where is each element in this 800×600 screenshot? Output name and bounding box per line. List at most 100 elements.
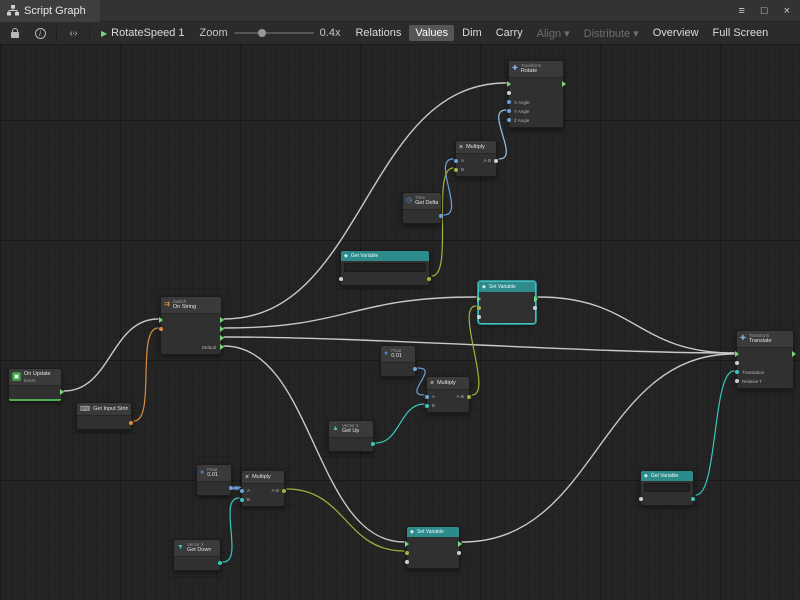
right-exec-port[interactable] (220, 344, 224, 350)
left-value-port[interactable] (735, 370, 739, 374)
node-set-variable-1[interactable]: ◆Set Variable (478, 281, 536, 324)
toolbar-button-align[interactable]: Align ▾ (531, 25, 576, 42)
node-float-1[interactable]: ●Float0.01 (380, 345, 416, 377)
window-close-icon[interactable]: × (784, 5, 790, 17)
graph-name[interactable]: ▶ RotateSpeed 1 (95, 27, 191, 39)
window-maximize-icon[interactable]: □ (761, 5, 768, 17)
left-value-port[interactable] (240, 498, 244, 502)
node-get-up[interactable]: ▲Vector 3Get Up (328, 420, 374, 452)
node-translate[interactable]: ✚TransformTranslateTranslationRelative T (736, 330, 794, 389)
right-exec-port[interactable] (458, 541, 462, 547)
left-value-port[interactable] (477, 315, 481, 319)
left-value-port[interactable] (507, 109, 511, 113)
node-row (407, 557, 459, 566)
zoom-slider-thumb[interactable] (258, 29, 266, 37)
left-value-port[interactable] (639, 497, 643, 501)
code-icon[interactable]: ‹·› (62, 24, 84, 42)
right-exec-port[interactable] (220, 317, 224, 323)
node-get-variable-2[interactable]: ◆Get Variable (640, 470, 694, 506)
script-graph-icon (7, 5, 19, 16)
left-value-port[interactable] (507, 91, 511, 95)
right-value-port[interactable] (129, 421, 133, 425)
graph-canvas[interactable]: ✚TransformRotateX AngleY AngleZ Angle×Mu… (0, 0, 800, 600)
left-exec-port[interactable] (477, 296, 481, 302)
toolbar-button-full-screen[interactable]: Full Screen (707, 25, 775, 41)
variable-node-header: ◆Get Variable (641, 471, 693, 481)
left-exec-port[interactable] (507, 81, 511, 87)
node-row: Y Angle (509, 107, 563, 116)
port-label: Y Angle (514, 109, 529, 114)
node-row: X Angle (509, 98, 563, 107)
left-value-port[interactable] (159, 327, 163, 331)
window-controls: ≡ □ × (738, 5, 800, 17)
node-switch-on-string[interactable]: ⇉SwitchOn StringDefault (160, 296, 222, 355)
right-exec-port[interactable] (220, 335, 224, 341)
right-value-port[interactable] (427, 277, 431, 281)
right-exec-port[interactable] (220, 326, 224, 332)
right-value-port[interactable] (218, 561, 222, 565)
node-rotate[interactable]: ✚TransformRotateX AngleY AngleZ Angle (508, 60, 564, 128)
right-value-port[interactable] (533, 306, 537, 310)
right-value-port[interactable] (371, 442, 375, 446)
right-value-port[interactable] (413, 367, 417, 371)
node-row: Default (161, 343, 221, 352)
right-value-port[interactable] (282, 489, 286, 493)
right-value-port[interactable] (691, 497, 695, 501)
right-exec-port[interactable] (60, 389, 64, 395)
toolbar-button-carry[interactable]: Carry (490, 25, 529, 41)
lock-icon[interactable] (4, 24, 26, 42)
node-row: AA·B (242, 486, 284, 495)
tab-script-graph[interactable]: Script Graph (0, 0, 100, 22)
right-value-port[interactable] (439, 214, 443, 218)
toolbar-button-relations[interactable]: Relations (349, 25, 407, 41)
info-icon[interactable]: i (29, 24, 51, 42)
left-exec-port[interactable] (405, 541, 409, 547)
left-value-port[interactable] (735, 361, 739, 365)
toolbar-button-distribute[interactable]: Distribute ▾ (578, 25, 645, 42)
left-value-port[interactable] (425, 404, 429, 408)
left-value-port[interactable] (454, 168, 458, 172)
node-on-update[interactable]: ▣On UpdateEvent (8, 368, 62, 401)
toolbar-button-overview[interactable]: Overview (647, 25, 705, 41)
left-value-port[interactable] (507, 100, 511, 104)
left-value-port[interactable] (339, 277, 343, 281)
node-row: B (427, 401, 469, 410)
right-value-port[interactable] (494, 159, 498, 163)
variable-name-field[interactable] (344, 263, 426, 272)
get-up-icon: ▲ (332, 425, 339, 432)
left-value-port[interactable] (735, 379, 739, 383)
toolbar-buttons: RelationsValuesDimCarryAlign ▾Distribute… (349, 25, 774, 42)
right-exec-port[interactable] (534, 296, 538, 302)
left-value-port[interactable] (507, 118, 511, 122)
float-1-icon: ● (384, 350, 388, 357)
right-exec-port[interactable] (562, 81, 566, 87)
left-value-port[interactable] (405, 560, 409, 564)
left-value-port[interactable] (405, 551, 409, 555)
left-exec-port[interactable] (159, 317, 163, 323)
port-label: A·B (456, 394, 464, 399)
node-multiply-3[interactable]: ×MultiplyAA·BB (241, 470, 285, 507)
left-exec-port[interactable] (735, 351, 739, 357)
node-multiply-2[interactable]: ×MultiplyAA·BB (426, 376, 470, 413)
left-value-port[interactable] (240, 489, 244, 493)
node-set-variable-2[interactable]: ◆Set Variable (406, 526, 460, 569)
node-get-input-string[interactable]: ⌨Get Input Strin (76, 402, 132, 430)
node-get-down[interactable]: ▼Vector 3Get Down (173, 539, 221, 571)
left-value-port[interactable] (477, 306, 481, 310)
node-get-variable-1[interactable]: ◆Get Variable (340, 250, 430, 286)
zoom-slider[interactable] (234, 32, 314, 34)
right-value-port[interactable] (457, 551, 461, 555)
node-float-2[interactable]: ●Float0.01 (196, 464, 232, 496)
left-value-port[interactable] (454, 159, 458, 163)
toolbar-button-values[interactable]: Values (409, 25, 454, 41)
right-exec-port[interactable] (792, 351, 796, 357)
variable-name-field[interactable] (644, 483, 690, 492)
toolbar-button-dim[interactable]: Dim (456, 25, 488, 41)
node-get-delta-time[interactable]: ◷TimeGet Delta Time (402, 192, 442, 224)
right-value-port[interactable] (467, 395, 471, 399)
node-multiply-1[interactable]: ×MultiplyAA·BB (455, 140, 497, 177)
left-value-port[interactable] (425, 395, 429, 399)
window-menu-icon[interactable]: ≡ (738, 5, 744, 17)
right-value-port[interactable] (229, 486, 233, 490)
wire-update-to-switch (64, 319, 158, 391)
